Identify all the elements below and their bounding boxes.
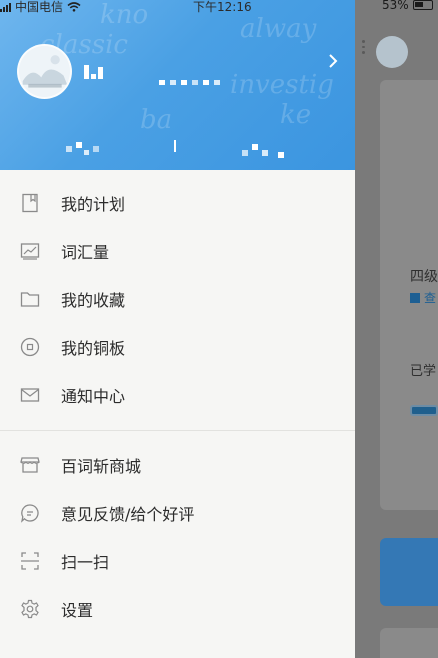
drawer-menu: 我的计划 词汇量 我的收藏 我的铜板 通知中心 百词斩商城 意见反馈/给个好评 … <box>0 170 355 633</box>
menu-item-label: 扫一扫 <box>61 553 110 572</box>
header-pattern: ke <box>280 100 312 130</box>
background-level-text: 四级 <box>410 269 438 285</box>
battery-percent: 53% <box>382 0 409 12</box>
menu-item-my-plan[interactable]: 我的计划 <box>0 179 355 227</box>
background-link: 查 <box>410 289 436 306</box>
signal-icon <box>0 2 11 12</box>
menu-item-label: 意见反馈/给个好评 <box>61 505 195 524</box>
chat-icon <box>20 503 40 523</box>
menu-item-label: 我的铜板 <box>61 339 126 358</box>
header-pattern: investig <box>230 70 334 100</box>
menu-item-label: 百词斩商城 <box>61 457 142 476</box>
bookmark-icon <box>20 193 40 213</box>
folder-icon <box>20 289 40 309</box>
background-start-button <box>380 538 438 606</box>
user-avatar[interactable] <box>17 44 72 99</box>
background-link-icon <box>410 292 420 303</box>
status-left: 中国电信 <box>0 0 81 15</box>
status-right: 53% <box>382 0 433 12</box>
battery-icon <box>412 0 433 10</box>
status-time: 下午12:16 <box>193 0 252 14</box>
background-bottom-card <box>380 628 438 658</box>
background-learned-text: 已学 <box>410 364 437 379</box>
menu-item-scan[interactable]: 扫一扫 <box>0 537 355 585</box>
menu-divider <box>0 430 355 431</box>
menu-item-notifications[interactable]: 通知中心 <box>0 371 355 419</box>
header-pattern: alway <box>240 14 317 44</box>
menu-item-settings[interactable]: 设置 <box>0 585 355 633</box>
gear-icon <box>20 599 40 619</box>
menu-item-store[interactable]: 百词斩商城 <box>0 441 355 489</box>
menu-item-favorites[interactable]: 我的收藏 <box>0 275 355 323</box>
menu-item-label: 通知中心 <box>61 387 126 406</box>
mail-icon <box>20 385 40 405</box>
menu-item-feedback[interactable]: 意见反馈/给个好评 <box>0 489 355 537</box>
profile-header[interactable]: kno alway classic investig ba ke <box>0 0 355 170</box>
header-pattern: ba <box>140 105 173 135</box>
chart-icon <box>20 241 40 261</box>
background-avatar <box>376 36 408 68</box>
menu-item-label: 我的收藏 <box>61 291 126 310</box>
side-drawer: kno alway classic investig ba ke 我的计划 词汇… <box>0 0 355 658</box>
menu-item-label: 我的计划 <box>61 195 126 214</box>
menu-item-coins[interactable]: 我的铜板 <box>0 323 355 371</box>
username-pixelated <box>84 58 220 85</box>
chevron-right-icon[interactable] <box>326 52 340 70</box>
avatar-image <box>19 46 70 95</box>
status-bar: 中国电信 下午12:16 53% <box>0 0 438 14</box>
wifi-icon <box>67 1 81 12</box>
scan-icon <box>20 551 40 571</box>
background-link-text: 查 <box>424 291 437 305</box>
menu-item-vocabulary[interactable]: 词汇量 <box>0 227 355 275</box>
menu-item-label: 设置 <box>61 601 94 620</box>
store-icon <box>20 455 40 475</box>
menu-item-label: 词汇量 <box>61 243 110 262</box>
coin-icon <box>20 337 40 357</box>
carrier-name: 中国电信 <box>15 0 64 14</box>
background-menu-dots <box>362 40 366 55</box>
background-progress-bar <box>410 405 438 416</box>
